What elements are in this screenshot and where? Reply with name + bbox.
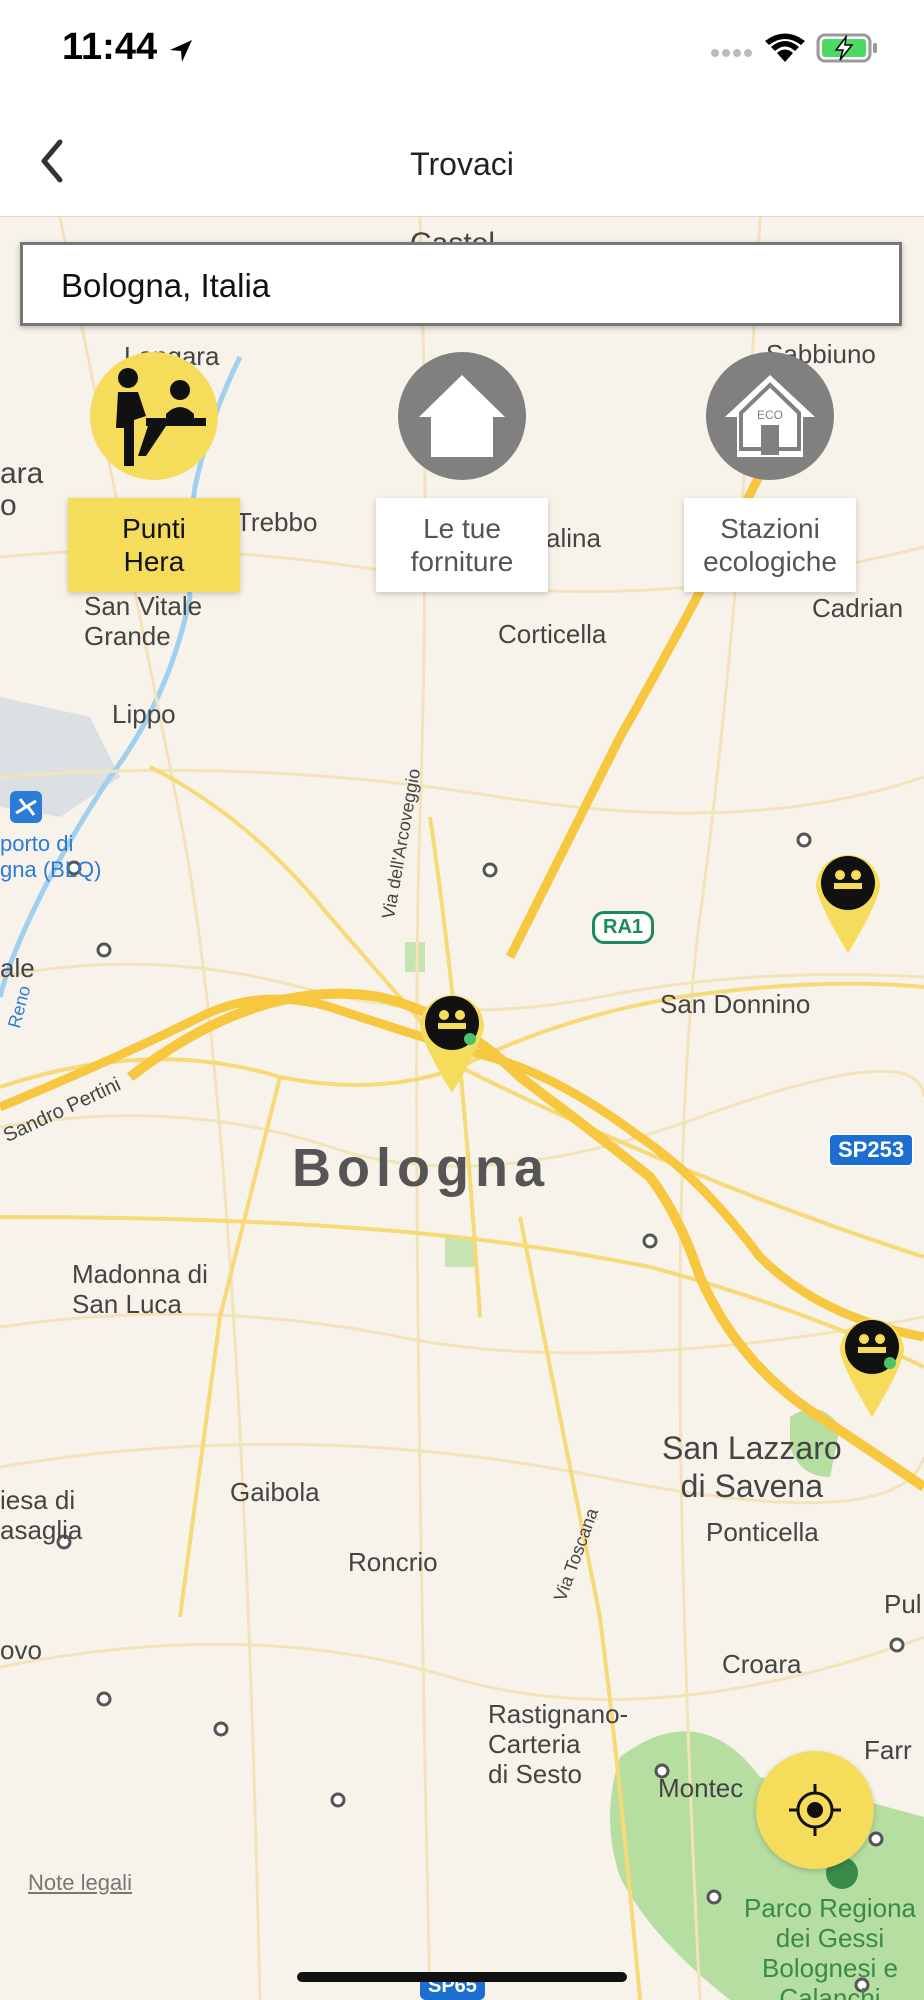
map-label: Roncrio <box>348 1547 438 1577</box>
page-title: Trovaci <box>410 146 514 182</box>
map-label: Trebbo <box>236 507 318 537</box>
map-label: Ponticella <box>706 1517 819 1547</box>
map-label: o <box>0 489 17 522</box>
battery-charging-icon <box>816 33 877 63</box>
map-label: Croara <box>722 1649 802 1679</box>
road-badge: SP253 <box>828 1133 915 1167</box>
map-label: San Donnino <box>660 989 811 1019</box>
category-punti-hera[interactable]: Punti Hera <box>68 352 240 592</box>
map-pin-icon[interactable] <box>416 987 488 1097</box>
map-label: Parco Regiona dei Gessi Bolognesi e Cala… <box>744 1893 916 2000</box>
location-arrow-icon <box>170 40 192 62</box>
status-bar: 11:44 <box>0 0 924 96</box>
map-label: Farr <box>864 1735 912 1765</box>
map-label: Rastignano- Carteria di Sesto <box>488 1699 629 1789</box>
map-label: iesa di asaglia <box>0 1485 83 1545</box>
map-label: porto di gna (BLQ) <box>0 831 102 882</box>
map-label: ara <box>0 457 44 490</box>
category-label: Stazioni ecologiche <box>684 498 856 592</box>
service-desk-icon <box>90 352 218 480</box>
map-label: San Lazzaro di Savena <box>662 1430 842 1504</box>
home-icon <box>398 352 526 480</box>
map-label: Corticella <box>498 619 607 649</box>
home-indicator[interactable] <box>297 1972 627 1982</box>
map-pin-icon[interactable] <box>836 1311 908 1421</box>
map-label: Cadrian <box>812 593 904 623</box>
map-pin-icon[interactable] <box>812 847 884 957</box>
map-label: Montec <box>658 1773 744 1803</box>
signal-icon <box>711 49 752 57</box>
map-label: ale <box>0 953 35 983</box>
map-label: ovo <box>0 1635 42 1665</box>
map-label: Pul <box>884 1589 922 1619</box>
navigation-bar: Trovaci <box>0 96 924 217</box>
map-label: San Vitale Grande <box>84 591 203 651</box>
search-input[interactable]: Bologna, Italia <box>20 242 902 326</box>
legal-notes-link[interactable]: Note legali <box>28 1870 132 1896</box>
crosshair-icon <box>789 1784 841 1836</box>
map-label: Lippo <box>112 699 176 729</box>
locate-me-button[interactable] <box>756 1751 874 1869</box>
category-label: Le tue forniture <box>376 498 548 592</box>
eco-home-icon: ECO <box>706 352 834 480</box>
map-label: Gaibola <box>230 1477 320 1507</box>
wifi-icon <box>765 33 805 62</box>
city-label: Bologna <box>292 1138 550 1198</box>
road-badge: RA1 <box>592 911 655 944</box>
category-label: Punti Hera <box>68 498 240 592</box>
category-stazioni-ecologiche[interactable]: ECO Stazioni ecologiche <box>684 352 856 592</box>
airport-icon <box>10 791 42 823</box>
search-value: Bologna, Italia <box>61 267 271 304</box>
map-label: alina <box>546 523 601 553</box>
category-le-tue-forniture[interactable]: Le tue forniture <box>376 352 548 592</box>
status-time: 11:44 <box>62 26 158 68</box>
eco-badge: ECO <box>757 408 783 422</box>
map-label: Madonna di San Luca <box>72 1259 208 1319</box>
